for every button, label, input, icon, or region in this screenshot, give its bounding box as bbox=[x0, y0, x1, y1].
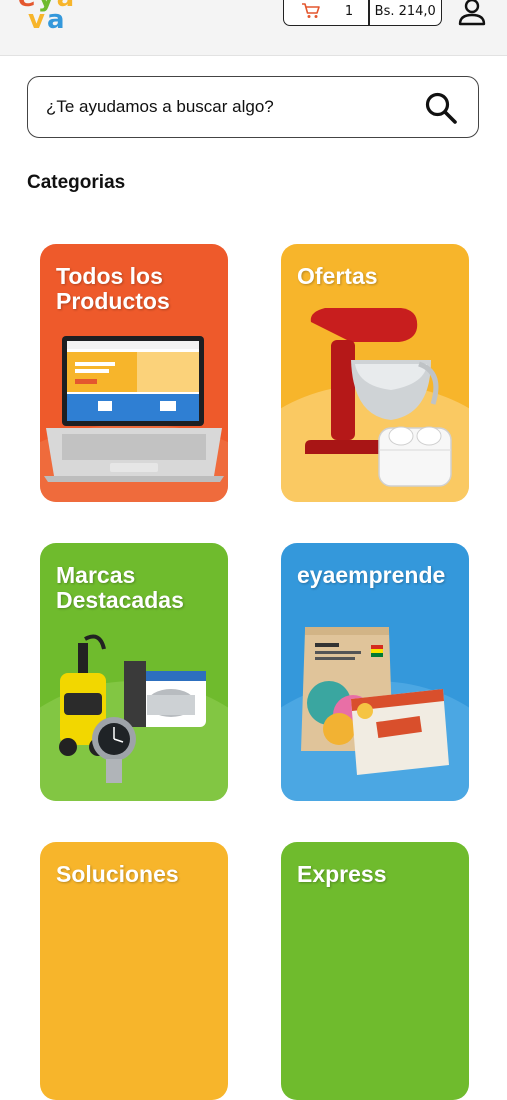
category-label: Todos los Productos bbox=[56, 263, 170, 314]
category-card-ofertas[interactable]: Ofertas bbox=[281, 244, 469, 502]
category-label: Express bbox=[297, 861, 387, 887]
brand-logo[interactable]: eya va bbox=[18, 0, 76, 35]
category-label: Marcas Destacadas bbox=[56, 562, 184, 613]
category-card-marcas-destacadas[interactable]: Marcas Destacadas bbox=[40, 543, 228, 801]
cart-total: Bs. 214,0 bbox=[374, 3, 436, 19]
category-label: Soluciones bbox=[56, 861, 179, 887]
logo-line-2: va bbox=[28, 5, 67, 35]
cart-summary-button[interactable]: 1 Bs. 214,0 bbox=[283, 0, 442, 26]
search-bar[interactable]: ¿Te ayudamos a buscar algo? bbox=[27, 76, 479, 138]
categories-heading: Categorias bbox=[27, 172, 126, 193]
category-label: Ofertas bbox=[297, 263, 378, 289]
search-icon[interactable] bbox=[424, 91, 458, 125]
top-header: eya va 1 Bs. 214,0 bbox=[0, 0, 507, 56]
category-card-todos-los-productos[interactable]: Todos los Productos bbox=[40, 244, 228, 502]
search-input[interactable]: ¿Te ayudamos a buscar algo? bbox=[46, 97, 274, 117]
cart-count: 1 bbox=[344, 3, 354, 19]
category-card-eyaemprende[interactable]: eyaemprende bbox=[281, 543, 469, 801]
user-account-icon[interactable] bbox=[455, 0, 489, 28]
category-label: eyaemprende bbox=[297, 562, 446, 588]
category-card-express[interactable]: Express bbox=[281, 842, 469, 1100]
cart-icon bbox=[284, 2, 338, 20]
category-card-soluciones[interactable]: Soluciones bbox=[40, 842, 228, 1100]
